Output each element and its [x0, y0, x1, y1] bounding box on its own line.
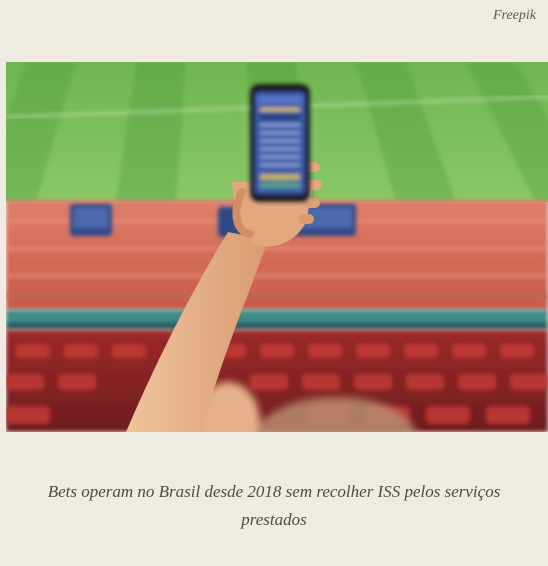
article-photo: [6, 62, 548, 432]
stadium-photo-illustration: [6, 62, 548, 432]
photo-credit: Freepik: [492, 8, 536, 23]
photo-caption: Bets operam no Brasil desde 2018 sem rec…: [47, 482, 501, 529]
phone: [250, 84, 310, 202]
article-image-card: Freepik Bets operam no Brasil desde 2018…: [0, 0, 548, 566]
